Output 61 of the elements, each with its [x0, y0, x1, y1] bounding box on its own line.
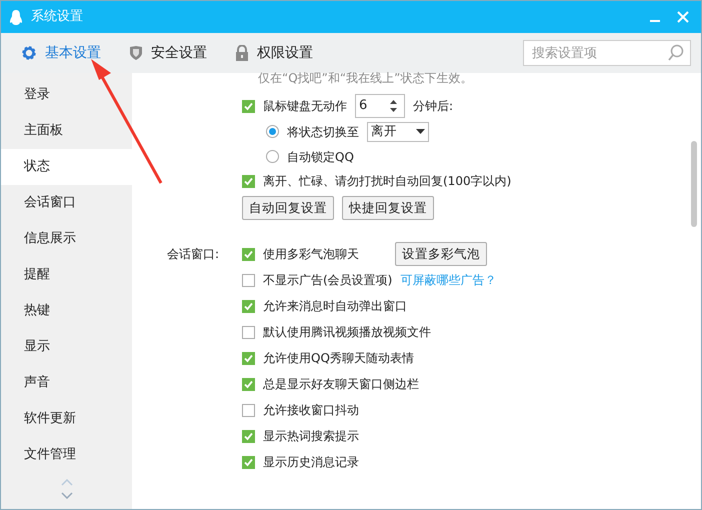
scrollbar[interactable] [691, 141, 697, 227]
option-label: 自动锁定QQ [287, 148, 354, 166]
hint-text: 仅在“Q找吧”和“我在线上”状态下生效。 [257, 71, 474, 87]
option-label: 默认使用腾讯视频播放视频文件 [263, 324, 431, 341]
sidebar-item[interactable]: 热键 [1, 293, 132, 329]
section-label: 会话窗口: [167, 246, 220, 263]
checkbox[interactable] [242, 174, 255, 188]
checkbox[interactable] [242, 300, 255, 312]
sidebar-item[interactable]: 提醒 [1, 257, 132, 293]
option-label: 分钟后: [413, 98, 454, 115]
option-label: 允许来消息时自动弹出窗口 [263, 298, 407, 315]
checkbox[interactable] [242, 404, 255, 416]
checkbox[interactable] [242, 378, 255, 390]
dropdown[interactable]: 离开 [367, 122, 429, 142]
option-label: 将状态切换至 [287, 124, 359, 140]
sidebar-item[interactable]: 信息展示 [1, 221, 132, 257]
sidebar-item[interactable]: 文件管理 [1, 437, 132, 473]
button[interactable]: 自动回复设置 [242, 196, 334, 220]
sidebar-item[interactable]: 显示 [1, 329, 132, 365]
option-label: 显示历史消息记录 [263, 454, 359, 471]
sidebar-item[interactable]: 登录 [1, 77, 132, 113]
option-label: 离开、忙碌、请勿打扰时自动回复(100字以内) [263, 173, 512, 190]
window-title: 系统设置 [31, 8, 83, 26]
lock-icon [235, 45, 249, 61]
penguin-icon [9, 8, 23, 26]
caret-icon[interactable] [416, 129, 425, 134]
option-label: 不显示广告(会员设置项) [263, 272, 392, 289]
radio-button[interactable] [266, 150, 279, 163]
sidebar-item[interactable]: 软件更新 [1, 401, 132, 437]
option-label: 鼠标键盘无动作 [263, 98, 347, 115]
button[interactable]: 设置多彩气泡 [395, 242, 487, 266]
option-label: 显示热词搜索提示 [263, 428, 359, 445]
checkbox[interactable] [242, 274, 255, 286]
sidebar-item[interactable]: 主面板 [1, 113, 132, 149]
checkbox[interactable] [242, 326, 255, 338]
shield-icon [129, 45, 143, 61]
option-label: 允许接收窗口抖动 [263, 402, 359, 419]
scroll-up-icon[interactable] [60, 479, 72, 486]
close-icon[interactable] [677, 11, 689, 23]
spinner-arrows-icon[interactable] [389, 99, 398, 113]
sidebar-item[interactable]: 会话窗口 [1, 185, 132, 221]
checkbox[interactable] [242, 352, 255, 364]
tab[interactable]: 权限设置 [235, 42, 313, 64]
checkbox[interactable] [242, 100, 255, 112]
number-spinner[interactable]: 6 [355, 94, 405, 118]
checkbox[interactable] [242, 456, 255, 468]
sidebar-item[interactable]: 状态 [1, 149, 132, 185]
checkbox[interactable] [242, 430, 255, 442]
sidebar-item[interactable]: 声音 [1, 365, 132, 401]
option-label: 允许使用QQ秀聊天随动表情 [263, 350, 414, 367]
search-field[interactable]: 搜索设置项 [523, 40, 691, 66]
tab[interactable]: 基本设置 [21, 42, 101, 64]
tab[interactable]: 安全设置 [129, 42, 207, 64]
scroll-down-icon[interactable] [60, 492, 72, 499]
option-label: 使用多彩气泡聊天 [263, 246, 360, 263]
option-label: 总是显示好友聊天窗口侧边栏 [263, 376, 419, 393]
gear-icon [21, 45, 37, 61]
radio-button[interactable] [266, 125, 279, 138]
search-icon[interactable] [667, 44, 685, 62]
button[interactable]: 快捷回复设置 [342, 196, 434, 220]
checkbox[interactable] [242, 248, 255, 260]
